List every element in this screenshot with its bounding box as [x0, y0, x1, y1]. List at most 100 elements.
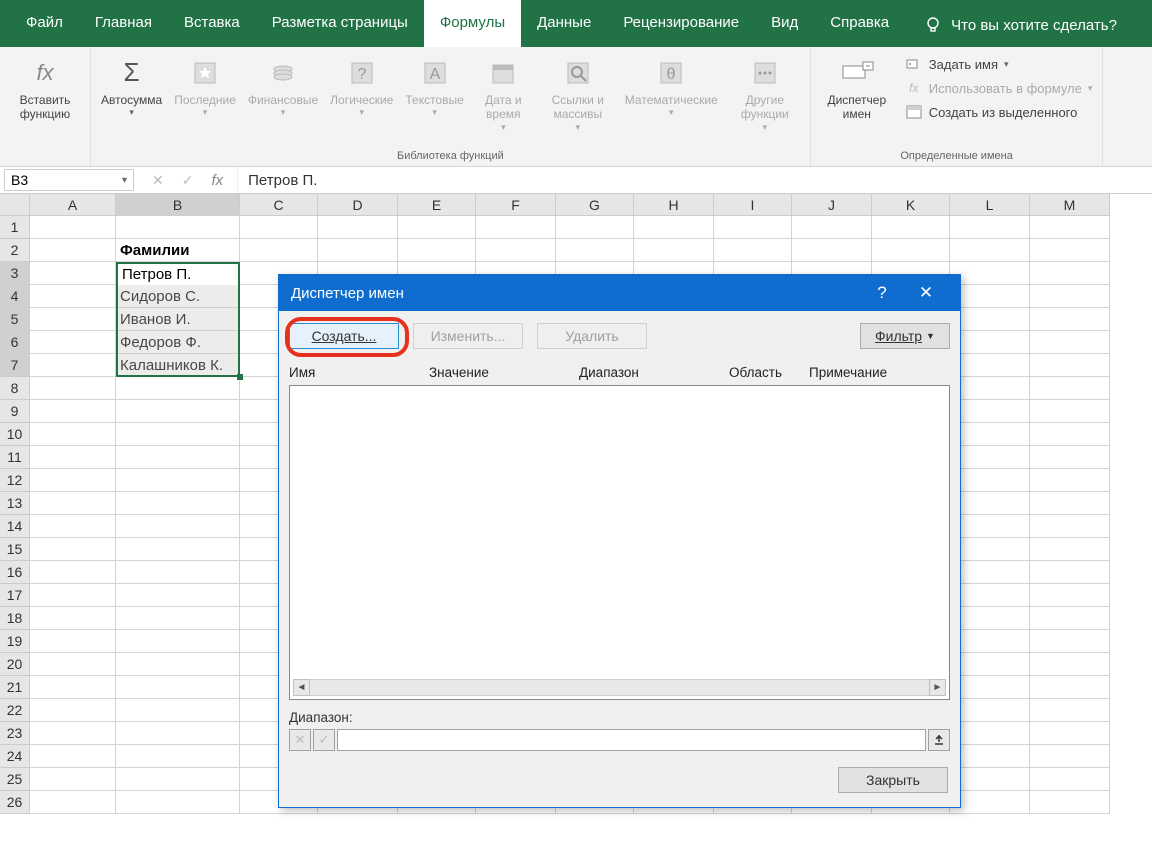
cell[interactable] [398, 239, 476, 262]
header-range[interactable]: Диапазон [579, 365, 729, 380]
row-header[interactable]: 16 [0, 561, 30, 584]
select-all-corner[interactable] [0, 194, 30, 216]
scroll-left-button[interactable]: ◄ [293, 679, 310, 696]
cell[interactable] [30, 607, 116, 630]
row-header[interactable]: 24 [0, 745, 30, 768]
row-header[interactable]: 18 [0, 607, 30, 630]
cell[interactable] [950, 239, 1030, 262]
cell[interactable] [950, 400, 1030, 423]
column-header[interactable]: L [950, 194, 1030, 216]
names-list[interactable]: ◄ ► [289, 385, 950, 700]
cell[interactable] [30, 239, 116, 262]
cell[interactable] [950, 722, 1030, 745]
cell[interactable] [950, 768, 1030, 791]
cell[interactable] [1030, 446, 1110, 469]
use-in-formula-button[interactable]: fx Использовать в формуле ▾ [905, 79, 1093, 97]
header-name[interactable]: Имя [289, 365, 429, 380]
horizontal-scrollbar[interactable]: ◄ ► [293, 679, 946, 696]
cell[interactable] [1030, 308, 1110, 331]
cell[interactable] [116, 377, 240, 400]
cell[interactable] [30, 285, 116, 308]
cell[interactable] [1030, 377, 1110, 400]
cell[interactable] [30, 469, 116, 492]
row-header[interactable]: 1 [0, 216, 30, 239]
more-functions-button[interactable]: Другие функции ▾ [724, 51, 806, 147]
tab-home[interactable]: Главная [79, 0, 168, 47]
cell[interactable]: Калашников К. [116, 354, 240, 377]
close-button[interactable]: Закрыть [838, 767, 948, 793]
cell[interactable] [1030, 492, 1110, 515]
cell[interactable] [116, 538, 240, 561]
row-header[interactable]: 3 [0, 262, 30, 285]
recent-button[interactable]: Последние ▾ [168, 51, 242, 147]
name-box[interactable]: B3 ▾ [4, 169, 134, 191]
cell[interactable] [1030, 791, 1110, 814]
row-header[interactable]: 7 [0, 354, 30, 377]
cell[interactable] [1030, 768, 1110, 791]
cell[interactable] [950, 630, 1030, 653]
cell[interactable] [950, 262, 1030, 285]
scroll-right-button[interactable]: ► [929, 679, 946, 696]
row-header[interactable]: 8 [0, 377, 30, 400]
row-header[interactable]: 20 [0, 653, 30, 676]
cell[interactable] [116, 469, 240, 492]
cell[interactable] [116, 768, 240, 791]
cell[interactable] [30, 262, 116, 285]
cell[interactable] [30, 584, 116, 607]
cell[interactable] [950, 607, 1030, 630]
cell[interactable] [116, 653, 240, 676]
cell[interactable]: Петров П. [116, 262, 240, 285]
row-header[interactable]: 9 [0, 400, 30, 423]
column-header[interactable]: J [792, 194, 872, 216]
tab-insert[interactable]: Вставка [168, 0, 256, 47]
cell[interactable] [116, 607, 240, 630]
cell[interactable] [30, 308, 116, 331]
cell[interactable] [792, 239, 872, 262]
cell[interactable] [950, 331, 1030, 354]
cell[interactable] [1030, 538, 1110, 561]
cell[interactable] [240, 216, 318, 239]
column-header[interactable]: H [634, 194, 714, 216]
cell[interactable] [950, 308, 1030, 331]
header-comment[interactable]: Примечание [809, 365, 887, 380]
tab-file[interactable]: Файл [10, 0, 79, 47]
cell[interactable] [476, 216, 556, 239]
cell[interactable] [116, 676, 240, 699]
cell[interactable] [240, 239, 318, 262]
cell[interactable] [1030, 400, 1110, 423]
cell[interactable] [1030, 630, 1110, 653]
cell[interactable] [116, 561, 240, 584]
header-scope[interactable]: Область [729, 365, 809, 380]
filter-button[interactable]: Фильтр ▼ [860, 323, 950, 349]
cell[interactable] [30, 538, 116, 561]
dialog-close-button[interactable]: ✕ [904, 283, 948, 303]
row-header[interactable]: 5 [0, 308, 30, 331]
column-header[interactable]: E [398, 194, 476, 216]
cell[interactable]: Федоров Ф. [116, 331, 240, 354]
cell[interactable] [116, 515, 240, 538]
cell[interactable] [950, 653, 1030, 676]
cell[interactable] [950, 354, 1030, 377]
insert-function-button[interactable]: fx Вставить функцию [4, 51, 86, 147]
row-header[interactable]: 23 [0, 722, 30, 745]
cell[interactable] [1030, 262, 1110, 285]
cell[interactable] [116, 791, 240, 814]
cell[interactable] [950, 584, 1030, 607]
cell[interactable]: Фамилии [116, 239, 240, 262]
cell[interactable] [714, 216, 792, 239]
row-header[interactable]: 11 [0, 446, 30, 469]
tab-view[interactable]: Вид [755, 0, 814, 47]
cell[interactable] [1030, 676, 1110, 699]
cell[interactable] [476, 239, 556, 262]
row-header[interactable]: 21 [0, 676, 30, 699]
cell[interactable] [792, 216, 872, 239]
row-header[interactable]: 12 [0, 469, 30, 492]
cell[interactable] [116, 699, 240, 722]
dialog-titlebar[interactable]: Диспетчер имен ? ✕ [279, 275, 960, 311]
cell[interactable] [950, 561, 1030, 584]
cell[interactable] [950, 216, 1030, 239]
cell[interactable] [1030, 699, 1110, 722]
define-name-button[interactable]: Задать имя ▾ [905, 55, 1093, 73]
cell[interactable] [950, 377, 1030, 400]
cell[interactable] [30, 676, 116, 699]
